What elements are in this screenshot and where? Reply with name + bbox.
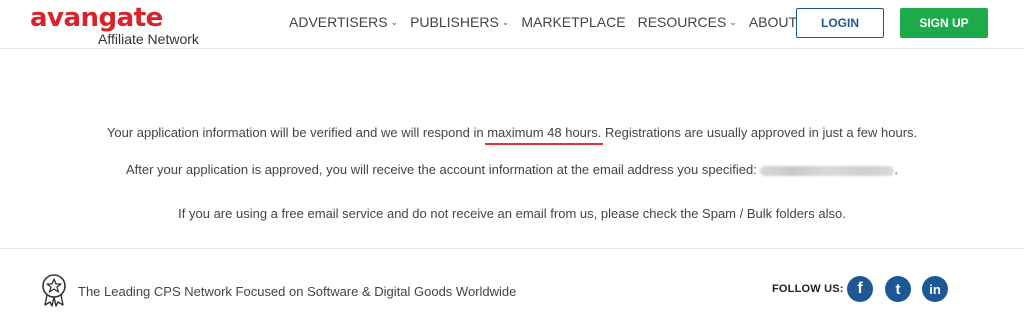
chevron-down-icon: ⌄ [390, 16, 399, 27]
footer-tagline: The Leading CPS Network Focused on Softw… [78, 284, 517, 299]
approval-text: After your application is approved, you … [125, 162, 761, 177]
verification-message: Your application information will be ver… [0, 125, 1024, 145]
response-time-highlight: maximum 48 hours. [485, 125, 604, 145]
login-button[interactable]: LOGIN [796, 8, 884, 38]
verification-text-start: Your application information will be ver… [106, 125, 488, 140]
redacted-email [760, 165, 895, 176]
nav-resources-label: RESOURCES [637, 14, 727, 30]
follow-us-label: FOLLOW US: [772, 283, 844, 295]
spam-notice: If you are using a free email service an… [178, 206, 846, 221]
nav-resources[interactable]: RESOURCES ⌄ [638, 14, 737, 30]
main-nav: ADVERTISERS ⌄ PUBLISHERS ⌄ MARKETPLACE R… [289, 14, 843, 30]
signup-button[interactable]: SIGN UP [900, 8, 988, 38]
nav-publishers[interactable]: PUBLISHERS ⌄ [410, 14, 509, 30]
verification-text-end: Registrations are usually approved in ju… [601, 125, 918, 140]
approval-text-end: . [894, 162, 899, 177]
nav-advertisers[interactable]: ADVERTISERS ⌄ [289, 14, 398, 30]
twitter-icon[interactable]: t [885, 276, 911, 302]
nav-publishers-label: PUBLISHERS [410, 14, 499, 30]
logo-wordmark: avangate [30, 3, 163, 33]
footer-divider [0, 248, 1024, 249]
nav-marketplace[interactable]: MARKETPLACE [521, 14, 625, 30]
chevron-down-icon: ⌄ [501, 16, 510, 27]
nav-marketplace-label: MARKETPLACE [521, 14, 626, 30]
chevron-down-icon: ⌄ [729, 16, 737, 27]
logo-subtitle: Affiliate Network [98, 31, 199, 47]
star-badge-icon [38, 273, 70, 307]
nav-advertisers-label: ADVERTISERS [289, 14, 388, 30]
avangate-logo[interactable]: avangate Affiliate Network [30, 3, 200, 47]
facebook-icon[interactable]: f [847, 276, 873, 302]
linkedin-icon[interactable]: in [922, 276, 948, 302]
approval-message: After your application is approved, you … [0, 162, 1024, 177]
site-header: avangate Affiliate Network ADVERTISERS ⌄… [0, 0, 1024, 49]
